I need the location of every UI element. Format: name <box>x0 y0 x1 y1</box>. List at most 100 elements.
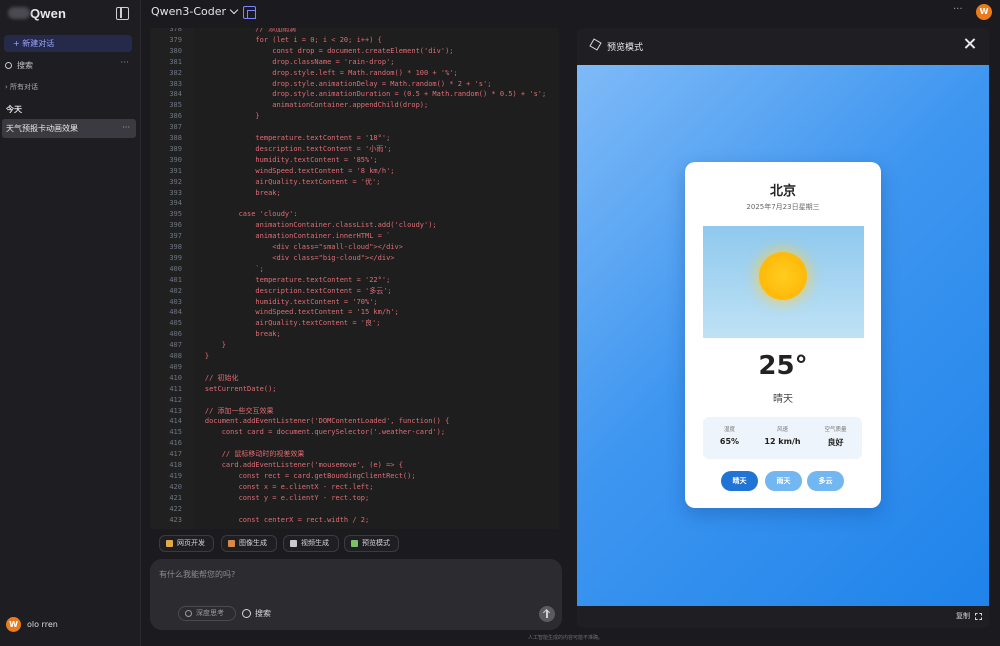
all-chats-toggle[interactable]: › 所有对话 <box>5 82 38 92</box>
palette-icon <box>228 540 235 547</box>
line-number: 399 <box>169 253 182 262</box>
code-text: } <box>188 112 260 121</box>
model-selector[interactable]: Qwen3-Coder <box>151 5 239 18</box>
code-line: 420 const x = e.clientX - rect.left; <box>150 482 559 493</box>
line-number: 417 <box>169 450 182 459</box>
search-more-icon[interactable]: ··· <box>120 58 129 68</box>
code-text: } <box>188 341 226 350</box>
code-line: 396 animationContainer.classList.add('cl… <box>150 220 559 231</box>
line-number: 415 <box>169 428 182 437</box>
chip-video-gen[interactable]: 视频生成 <box>283 535 339 552</box>
weather-card[interactable]: 北京 2025年7月23日星期三 25° 晴天 湿度 65% 风速 12 km/h … <box>685 162 881 508</box>
chip-image-gen[interactable]: 图像生成 <box>221 535 277 552</box>
weather-button-cloudy[interactable]: 多云 <box>807 471 844 491</box>
user-profile[interactable]: Wolo rren <box>6 617 58 633</box>
code-icon <box>166 540 173 547</box>
cube-icon <box>589 38 602 51</box>
line-number: 418 <box>169 461 182 469</box>
code-line: 422 <box>150 504 559 515</box>
code-text: airQuality.textContent = '优'; <box>188 177 381 186</box>
line-number: 406 <box>169 330 182 339</box>
web-search-button[interactable]: 搜索 <box>242 606 271 621</box>
line-number: 419 <box>169 471 182 480</box>
line-number: 402 <box>169 286 182 295</box>
code-line: 418 card.addEventListener('mousemove', (… <box>150 460 559 471</box>
chevron-down-icon <box>229 5 239 15</box>
code-text: drop.style.animationDuration = (0.5 + Ma… <box>188 90 547 99</box>
code-text: temperature.textContent = '22°'; <box>188 275 391 284</box>
chip-preview-mode[interactable]: 预览模式 <box>344 535 399 552</box>
preview-canvas: 北京 2025年7月23日星期三 25° 晴天 湿度 65% 风速 12 km/h … <box>577 65 989 606</box>
stat-air-quality: 空气质量 良好 <box>824 427 847 447</box>
line-number: 412 <box>169 395 182 404</box>
weather-button-rainy[interactable]: 雨天 <box>765 471 802 491</box>
weather-button-sunny[interactable]: 晴天 <box>721 471 758 491</box>
chat-history-item[interactable]: 天气预报卡动画效果 ··· <box>2 119 136 138</box>
preview-header: 预览模式 <box>577 28 989 64</box>
sidebar-toggle-icon[interactable] <box>116 7 129 20</box>
line-number: 382 <box>169 68 182 77</box>
code-text: airQuality.textContent = '良'; <box>188 319 381 328</box>
code-line: 415 const card = document.querySelector(… <box>150 427 559 438</box>
code-line: 380 const drop = document.createElement(… <box>150 46 559 57</box>
search-button[interactable]: 搜索 ··· <box>5 58 133 72</box>
top-avatar[interactable]: W <box>976 4 992 20</box>
close-icon[interactable] <box>963 37 977 51</box>
code-line: 402 description.textContent = '多云'; <box>150 286 559 297</box>
line-number: 400 <box>169 264 182 273</box>
line-number: 387 <box>169 123 182 132</box>
code-text: document.addEventListener('DOMContentLoa… <box>188 417 450 426</box>
code-line: 406 break; <box>150 329 559 340</box>
preview-title: 预览模式 <box>607 43 644 53</box>
code-text: const y = e.clientY - rect.top; <box>188 493 370 502</box>
code-line: 417 // 鼠标移动时的视差效果 <box>150 449 559 460</box>
avatar: W <box>6 617 21 632</box>
line-number: 390 <box>169 155 182 164</box>
code-text: description.textContent = '多云'; <box>188 286 392 295</box>
line-number: 391 <box>169 166 182 175</box>
code-text: drop.className = 'rain-drop'; <box>188 57 395 66</box>
code-line: 398 <div class="small-cloud"></div> <box>150 242 559 253</box>
chat-more-icon[interactable]: ··· <box>122 118 130 137</box>
code-line: 386 } <box>150 111 559 122</box>
line-number: 411 <box>169 384 182 393</box>
line-number: 413 <box>169 406 182 415</box>
chat-input-box[interactable]: 有什么我能帮您的吗? 深度思考 搜索 <box>150 559 562 630</box>
code-text: description.textContent = '小雨'; <box>188 144 392 153</box>
chat-input[interactable]: 有什么我能帮您的吗? <box>159 569 235 580</box>
code-text: animationContainer.innerHTML = ` <box>188 232 391 241</box>
search-icon <box>5 62 12 69</box>
fullscreen-icon[interactable] <box>975 613 982 620</box>
logo-mark <box>8 7 30 19</box>
line-number: 423 <box>169 515 182 524</box>
new-chat-button[interactable]: + 新建对话 <box>4 35 132 52</box>
code-editor[interactable]: 378 // 添加雨滴 379 for (let i = 0; i < 20; i… <box>150 28 559 529</box>
code-text: case 'cloudy': <box>188 210 298 219</box>
code-line: 409 <box>150 362 559 373</box>
code-line: 410 // 初始化 <box>150 373 559 384</box>
line-number: 401 <box>169 275 182 284</box>
chip-web-dev[interactable]: 网页开发 <box>159 535 214 552</box>
line-number: 403 <box>169 297 182 306</box>
code-text: break; <box>188 330 281 339</box>
line-number: 385 <box>169 101 182 110</box>
deep-think-button[interactable]: 深度思考 <box>178 606 236 621</box>
code-line: 387 <box>150 122 559 133</box>
code-text: `; <box>188 264 264 273</box>
compare-mode-icon[interactable] <box>243 6 256 19</box>
code-text: // 鼠标移动时的视差效果 <box>188 450 305 459</box>
line-number: 404 <box>169 308 182 317</box>
code-line: 404 windSpeed.textContent = '15 km/h'; <box>150 307 559 318</box>
preview-panel: 预览模式 北京 2025年7月23日星期三 25° 晴天 湿度 65% 风速 12 … <box>577 28 989 628</box>
video-icon <box>290 540 297 547</box>
line-number: 394 <box>169 199 182 208</box>
more-options-icon[interactable]: ··· <box>953 4 963 15</box>
line-number: 395 <box>169 210 182 219</box>
line-number: 414 <box>169 417 182 426</box>
weather-city: 北京 <box>769 184 796 199</box>
weather-description: 晴天 <box>773 394 793 405</box>
section-today: 今天 <box>6 105 22 114</box>
copy-button[interactable]: 复制 <box>956 611 970 621</box>
code-line: 395 case 'cloudy': <box>150 209 559 220</box>
send-button[interactable] <box>539 606 555 622</box>
